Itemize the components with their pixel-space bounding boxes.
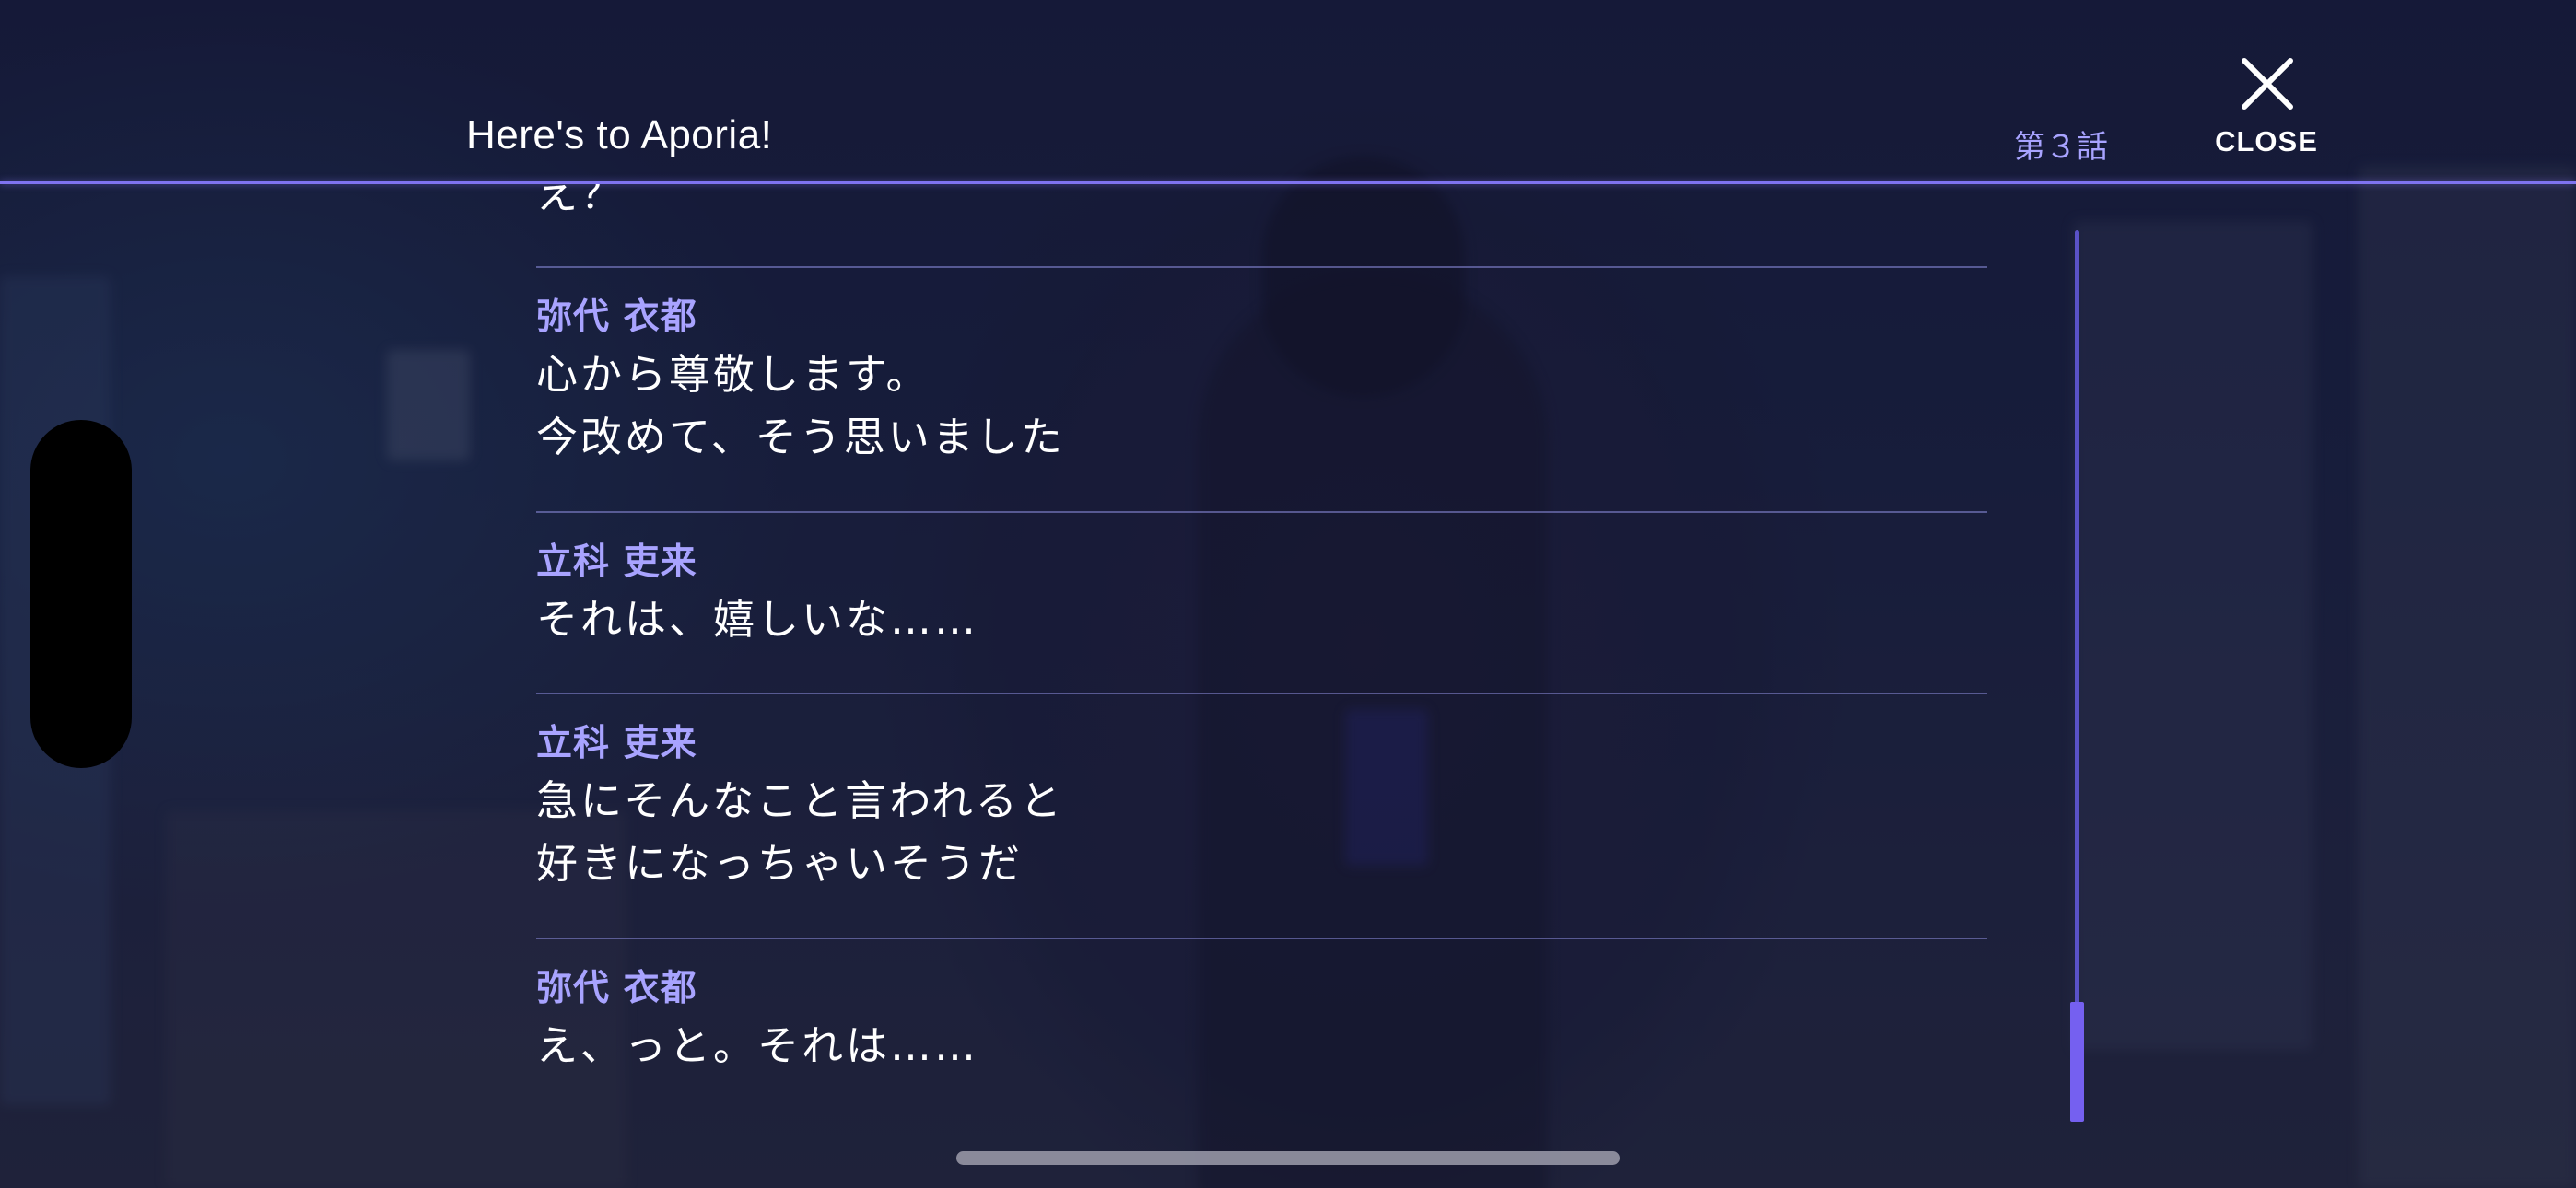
dialogue-line: 心から尊敬します。 [536,350,931,399]
log-divider [536,511,1987,513]
log-entry: 弥代 衣都 え、っと。それは…… [536,963,1987,1077]
speaker-name: 弥代 衣都 [536,297,697,338]
dialogue-line: それは、嬉しいな…… [536,595,979,644]
log-entry: 弥代 衣都 心から尊敬します。 今改めて、そう思いました [536,292,1987,469]
story-title: Here's to Aporia! [466,112,773,157]
home-indicator[interactable] [956,1151,1620,1165]
backlog-list[interactable]: え？ 弥代 衣都 心から尊敬します。 今改めて、そう思いました 立科 吏来 それ… [536,184,1987,1133]
close-label: CLOSE [2215,125,2318,157]
dialogue-line: 今改めて、そう思いました [536,413,1065,461]
dialogue-line: え、っと。それは…… [536,1021,979,1070]
speaker-name: 立科 吏来 [536,542,697,583]
log-divider [536,693,1987,694]
log-entry: 立科 吏来 それは、嬉しいな…… [536,537,1987,651]
speaker-name: 立科 吏来 [536,723,697,764]
episode-label: 第３話 [2014,129,2108,166]
dialogue-line: 好きになっちゃいそうだ [536,839,1024,888]
device-camera-cutout [30,420,132,768]
log-partial-line: え？ [536,184,626,218]
dialogue-line: 急にそんなこと言われると [536,776,1064,825]
log-divider [536,266,1987,268]
speaker-name: 弥代 衣都 [536,968,697,1009]
game-screen: Here's to Aporia! 第３話 CLOSE え？ 弥代 衣都 心から… [0,0,2576,1188]
log-divider [536,938,1987,939]
scrollbar-thumb[interactable] [2070,1002,2084,1122]
scrollbar-track[interactable] [2075,230,2079,1119]
log-entry: 立科 吏来 急にそんなこと言われると 好きになっちゃいそうだ [536,718,1987,895]
close-icon [2242,58,2293,110]
close-button[interactable]: CLOSE [2211,53,2322,162]
